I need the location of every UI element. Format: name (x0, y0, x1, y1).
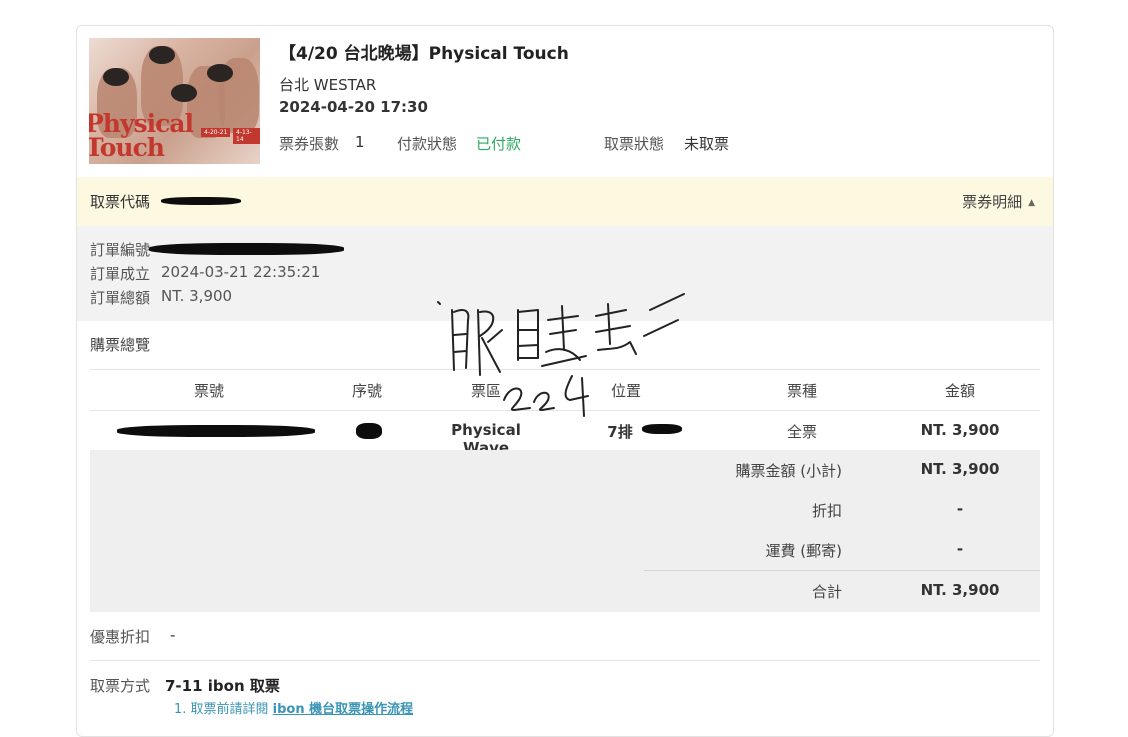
redacted-pickup-code (161, 197, 241, 205)
ticket-qty-label: 票券張數 (279, 135, 340, 153)
pickup-code-bar: 取票代碼 票券明細 ▲ (77, 177, 1053, 226)
order-created-value: 2024-03-21 22:35:21 (161, 263, 321, 281)
pickup-note-text: 1. 取票前請詳閱 (174, 702, 273, 717)
pickup-status-value: 未取票 (684, 135, 730, 153)
pickup-method-value: 7-11 ibon 取票 (165, 677, 280, 695)
ticket-qty-value: 1 (355, 133, 365, 151)
grand-total-label: 合計 (811, 583, 842, 601)
shipping-value: - (956, 540, 964, 558)
event-title: 【4/20 台北晚場】Physical Touch (279, 44, 569, 64)
discount-label: 折扣 (811, 502, 842, 520)
event-datetime: 2024-04-20 17:30 (279, 98, 428, 116)
subtotal-label: 購票金額 (小計) (735, 462, 842, 480)
header-amount: 金額 (944, 382, 975, 400)
divider (90, 660, 1040, 661)
order-total-value: NT. 3,900 (161, 287, 233, 305)
caret-up-icon: ▲ (1028, 198, 1035, 208)
pickup-code-label: 取票代碼 (90, 193, 151, 211)
redacted-ticket-number (117, 425, 315, 437)
redacted-order-number (149, 243, 344, 255)
poster-date-tag-left: 4-20-21 (201, 128, 231, 137)
redacted-serial (356, 423, 382, 439)
pickup-method-label: 取票方式 (90, 677, 151, 695)
order-total-label: 訂單總額 (90, 289, 151, 307)
pickup-status-label: 取票狀態 (604, 135, 665, 153)
handwritten-signature (437, 293, 685, 417)
discount-value: - (956, 500, 964, 518)
header-serial: 序號 (351, 382, 382, 400)
header-ticket-no: 票號 (193, 382, 224, 400)
payment-status-label: 付款狀態 (397, 135, 458, 153)
ticket-type: 全票 (786, 423, 817, 441)
header-ticket-type: 票種 (786, 382, 817, 400)
purchase-summary-label: 購票總覽 (90, 336, 151, 354)
divider (644, 570, 1040, 571)
event-poster: Physical Touch 4-20-21 4-13-14 (89, 38, 260, 164)
order-created-label: 訂單成立 (90, 265, 151, 283)
subtotal-value: NT. 3,900 (920, 460, 1000, 478)
poster-date-tag-right: 4-13-14 (233, 128, 260, 144)
ibon-guide-link[interactable]: ibon 機台取票操作流程 (273, 702, 413, 717)
shipping-label: 運費 (郵寄) (765, 542, 842, 560)
price-breakdown: 購票金額 (小計) NT. 3,900 折扣 - 運費 (郵寄) - 合計 NT… (90, 450, 1040, 612)
order-number-label: 訂單編號 (90, 241, 151, 259)
event-venue: 台北 WESTAR (279, 76, 377, 94)
ticket-detail-toggle[interactable]: 票券明細 ▲ (962, 191, 1035, 212)
grand-total-value: NT. 3,900 (920, 581, 1000, 599)
ticket-detail-label: 票券明細 (962, 193, 1023, 211)
payment-status-value: 已付款 (476, 135, 522, 153)
promo-discount-label: 優惠折扣 (90, 628, 151, 646)
pickup-note: 1. 取票前請詳閱 ibon 機台取票操作流程 (174, 698, 413, 717)
ticket-amount: NT. 3,900 (920, 421, 1000, 439)
promo-discount-value: - (170, 626, 176, 644)
